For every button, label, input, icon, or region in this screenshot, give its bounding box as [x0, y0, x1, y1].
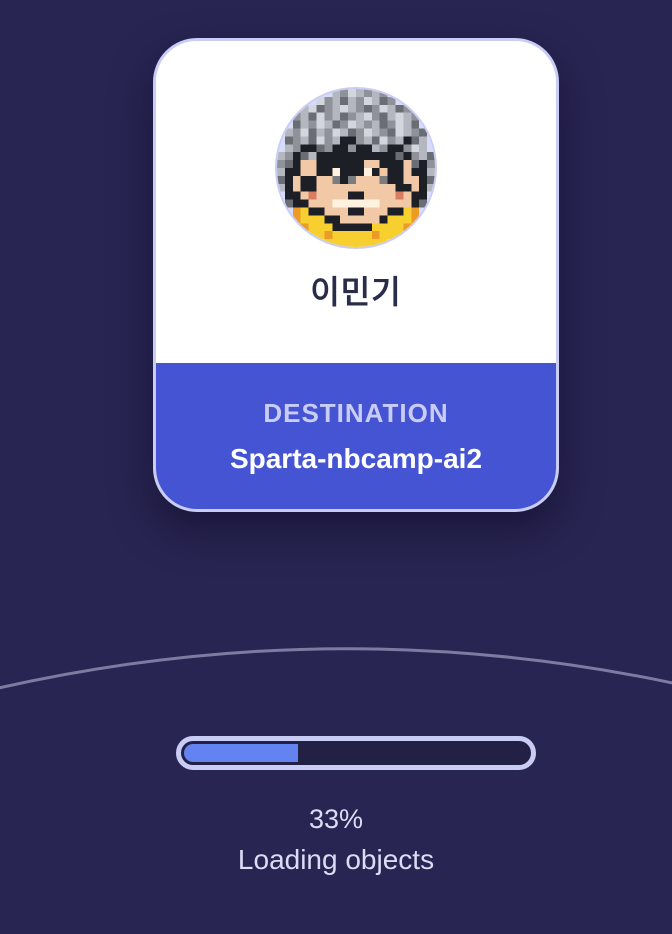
progress-bar: [176, 736, 536, 770]
player-card: 이민기 DESTINATION Sparta-nbcamp-ai2: [153, 38, 559, 512]
card-header: 이민기: [156, 41, 556, 363]
progress-percent: 33%: [308, 804, 364, 834]
loading-screen: 이민기 DESTINATION Sparta-nbcamp-ai2 33% Lo…: [0, 0, 672, 934]
progress-status: Loading objects: [237, 844, 435, 875]
destination-value: Sparta-nbcamp-ai2: [229, 443, 483, 474]
destination-label: DESTINATION: [263, 398, 449, 428]
avatar: [277, 89, 435, 247]
pixel-avatar-icon: [277, 89, 435, 247]
destination-panel: DESTINATION Sparta-nbcamp-ai2: [156, 363, 556, 509]
progress-bar-fill: [184, 744, 298, 762]
user-name: 이민기: [310, 273, 402, 311]
